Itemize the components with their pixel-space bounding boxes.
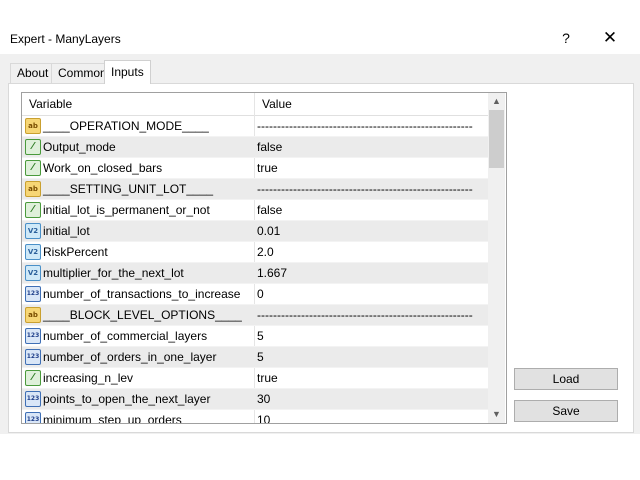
table-row[interactable]: ab ____BLOCK_LEVEL_OPTIONS____ -----------… xyxy=(22,305,488,326)
table-row[interactable]: ⁄ increasing_n_lev true xyxy=(22,368,488,389)
variable-name: initial_lot xyxy=(43,224,90,238)
dialog-body: About Common Inputs Variable Value ab ___… xyxy=(0,54,640,434)
tab-inputs[interactable]: Inputs xyxy=(104,60,151,84)
variable-name: minimum_step_up_orders xyxy=(43,413,182,424)
variable-value[interactable]: true xyxy=(257,158,278,178)
variable-name: increasing_n_lev xyxy=(43,371,134,385)
table-row[interactable]: 123 minimum_step_up_orders 10 xyxy=(22,410,488,424)
table-row[interactable]: 123 number_of_commercial_layers 5 xyxy=(22,326,488,347)
grid-rows: ab ____OPERATION_MODE____ ----------------… xyxy=(22,116,488,424)
variable-name: number_of_commercial_layers xyxy=(43,329,208,343)
table-row[interactable]: V2 RiskPercent 2.0 xyxy=(22,242,488,263)
bool-icon: ⁄ xyxy=(25,139,41,155)
inputs-panel: Variable Value ab ____OPERATION_MODE____ -… xyxy=(8,83,634,433)
grid-header: Variable Value xyxy=(22,93,488,116)
variable-name: Work_on_closed_bars xyxy=(43,161,163,175)
scroll-down-icon[interactable]: ▼ xyxy=(488,406,505,423)
double-icon: V2 xyxy=(25,265,41,281)
variable-name: RiskPercent xyxy=(43,245,108,259)
variable-name: ____OPERATION_MODE____ xyxy=(43,119,209,133)
vertical-scrollbar[interactable]: ▲ ▼ xyxy=(488,93,505,423)
integer-icon: 123 xyxy=(25,391,41,407)
save-button[interactable]: Save xyxy=(514,400,618,422)
variable-value[interactable]: true xyxy=(257,368,278,388)
variable-value[interactable]: 2.0 xyxy=(257,242,274,262)
string-icon: ab xyxy=(25,307,41,323)
string-icon: ab xyxy=(25,181,41,197)
inputs-grid[interactable]: Variable Value ab ____OPERATION_MODE____ -… xyxy=(21,92,507,424)
double-icon: V2 xyxy=(25,223,41,239)
table-row[interactable]: 123 number_of_orders_in_one_layer 5 xyxy=(22,347,488,368)
table-row[interactable]: ⁄ Work_on_closed_bars true xyxy=(22,158,488,179)
load-button[interactable]: Load xyxy=(514,368,618,390)
variable-value[interactable]: 5 xyxy=(257,326,264,346)
variable-value[interactable]: false xyxy=(257,200,282,220)
close-button[interactable]: ✕ xyxy=(600,28,620,48)
integer-icon: 123 xyxy=(25,286,41,302)
scroll-up-icon[interactable]: ▲ xyxy=(488,93,505,110)
table-row[interactable]: V2 initial_lot 0.01 xyxy=(22,221,488,242)
variable-name: Output_mode xyxy=(43,140,116,154)
table-row[interactable]: ⁄ initial_lot_is_permanent_or_not false xyxy=(22,200,488,221)
table-row[interactable]: ab ____OPERATION_MODE____ ----------------… xyxy=(22,116,488,137)
integer-icon: 123 xyxy=(25,412,41,423)
column-header-variable[interactable]: Variable xyxy=(22,93,72,115)
variable-value[interactable]: false xyxy=(257,137,282,157)
integer-icon: 123 xyxy=(25,328,41,344)
bool-icon: ⁄ xyxy=(25,202,41,218)
variable-name: number_of_transactions_to_increase xyxy=(43,287,241,301)
string-icon: ab xyxy=(25,118,41,134)
variable-value[interactable]: 1.667 xyxy=(257,263,287,283)
table-row[interactable]: V2 multiplier_for_the_next_lot 1.667 xyxy=(22,263,488,284)
variable-value[interactable]: ----------------------------------------… xyxy=(257,305,473,325)
variable-name: ____SETTING_UNIT_LOT____ xyxy=(43,182,214,196)
variable-value[interactable]: 10 xyxy=(257,410,270,423)
bool-icon: ⁄ xyxy=(25,370,41,386)
variable-name: initial_lot_is_permanent_or_not xyxy=(43,203,210,217)
variable-value[interactable]: ----------------------------------------… xyxy=(257,179,473,199)
variable-value[interactable]: 0 xyxy=(257,284,264,304)
variable-value[interactable]: 5 xyxy=(257,347,264,367)
table-row[interactable]: ⁄ Output_mode false xyxy=(22,137,488,158)
variable-name: ____BLOCK_LEVEL_OPTIONS____ xyxy=(43,308,242,322)
variable-value[interactable]: 0.01 xyxy=(257,221,280,241)
title-bar: Expert - ManyLayers ? ✕ xyxy=(0,0,640,54)
help-button[interactable]: ? xyxy=(556,28,576,48)
scroll-thumb[interactable] xyxy=(489,110,504,168)
table-row[interactable]: 123 points_to_open_the_next_layer 30 xyxy=(22,389,488,410)
column-header-value[interactable]: Value xyxy=(255,93,292,115)
variable-value[interactable]: 30 xyxy=(257,389,270,409)
window-title: Expert - ManyLayers xyxy=(10,32,121,46)
integer-icon: 123 xyxy=(25,349,41,365)
variable-name: multiplier_for_the_next_lot xyxy=(43,266,184,280)
double-icon: V2 xyxy=(25,244,41,260)
bool-icon: ⁄ xyxy=(25,160,41,176)
variable-name: points_to_open_the_next_layer xyxy=(43,392,211,406)
tab-about[interactable]: About xyxy=(10,63,56,83)
variable-value[interactable]: ----------------------------------------… xyxy=(257,116,473,136)
table-row[interactable]: 123 number_of_transactions_to_increase 0 xyxy=(22,284,488,305)
variable-name: number_of_orders_in_one_layer xyxy=(43,350,217,364)
table-row[interactable]: ab ____SETTING_UNIT_LOT____ --------------… xyxy=(22,179,488,200)
